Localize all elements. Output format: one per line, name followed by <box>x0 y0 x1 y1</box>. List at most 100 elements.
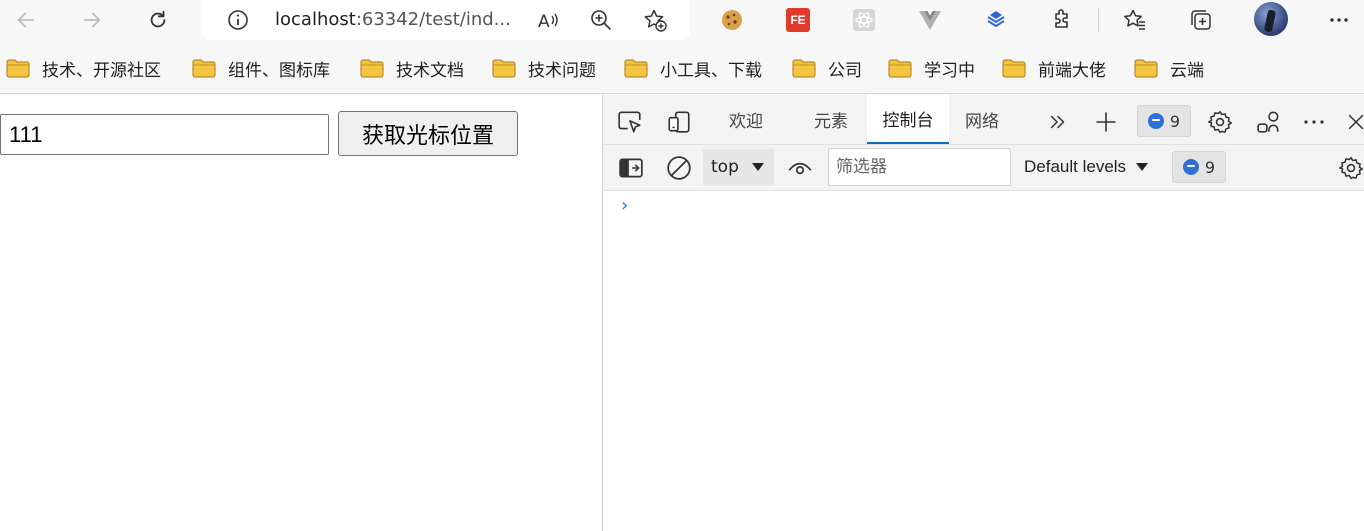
extensions-button[interactable] <box>1048 6 1076 34</box>
favorites-icon <box>1124 9 1145 30</box>
address-path: :63342/test/ind... <box>355 9 511 30</box>
toggle-sidebar-button[interactable] <box>617 154 645 182</box>
bookmark-label: 组件、图标库 <box>228 60 330 81</box>
cookie-extension-icon <box>722 10 742 30</box>
bookmark-folder[interactable]: 技术、开源社区 <box>6 56 161 81</box>
double-chevron-right-icon <box>1050 115 1065 129</box>
more-tabs-button[interactable] <box>1044 108 1072 136</box>
folder-icon <box>888 59 912 77</box>
address-host: localhost <box>275 9 356 30</box>
favorite-add-icon[interactable] <box>643 8 667 32</box>
browser-toolbar: localhost:63342/test/ind... A FE <box>0 0 1364 40</box>
bookmark-folder[interactable]: 小工具、下载 <box>624 56 762 81</box>
fe-extension-button[interactable]: FE <box>784 6 812 34</box>
refresh-button[interactable] <box>142 4 174 36</box>
address-bar[interactable]: localhost:63342/test/ind... A <box>202 0 690 40</box>
console-settings-button[interactable] <box>1337 154 1364 182</box>
tab-elements[interactable]: 元素 <box>796 95 866 144</box>
bookmark-folder[interactable]: 技术问题 <box>492 56 596 81</box>
more-button[interactable] <box>1325 6 1353 34</box>
bookmark-label: 公司 <box>828 60 862 81</box>
collections-button[interactable] <box>1187 6 1215 34</box>
device-icon <box>668 111 690 133</box>
eye-icon <box>788 162 812 175</box>
bookmark-label: 小工具、下载 <box>660 60 762 81</box>
folder-icon <box>1134 59 1158 77</box>
bookmark-folder[interactable]: 组件、图标库 <box>192 56 330 81</box>
info-icon[interactable] <box>226 8 250 32</box>
favorites-button[interactable] <box>1121 6 1149 34</box>
back-button[interactable] <box>10 4 42 36</box>
cookie-extension-button[interactable] <box>718 6 746 34</box>
caret-down-icon <box>752 163 764 171</box>
live-expression-button[interactable] <box>786 154 814 182</box>
more-icon <box>1304 120 1324 124</box>
folder-icon <box>6 59 30 77</box>
tab-welcome[interactable]: 欢迎 <box>711 95 781 144</box>
inspect-element-button[interactable] <box>616 108 644 136</box>
profile-avatar[interactable] <box>1254 2 1288 36</box>
stack-extension-button[interactable] <box>982 6 1010 34</box>
console-prompt[interactable]: › <box>621 195 628 216</box>
get-cursor-position-button[interactable]: 获取光标位置 <box>338 111 518 156</box>
refresh-icon <box>150 10 166 28</box>
console-toolbar: top Default levels 9 <box>603 145 1364 191</box>
device-emulation-button[interactable] <box>665 108 693 136</box>
devtools-tab-bar: 欢迎 元素 控制台 网络 9 <box>603 95 1364 145</box>
console-filter-input[interactable] <box>828 148 1011 186</box>
bookmark-label: 技术问题 <box>528 60 596 81</box>
issues-count: 9 <box>1169 111 1181 131</box>
clear-icon <box>667 156 691 180</box>
context-value: top <box>711 157 739 177</box>
clear-console-button[interactable] <box>665 154 693 182</box>
devtools-more-button[interactable] <box>1300 108 1328 136</box>
folder-icon <box>1002 59 1026 77</box>
bookmark-folder[interactable]: 前端大佬 <box>1002 56 1106 81</box>
inspect-icon <box>618 111 641 133</box>
bookmark-label: 技术文档 <box>396 60 464 81</box>
bookmarks-bar: 技术、开源社区 组件、图标库 技术文档 技术问题 小工具、下载 公司 学习中 前… <box>0 42 1364 94</box>
read-aloud-icon[interactable]: A <box>536 8 560 32</box>
log-levels-dropdown[interactable]: Default levels <box>1024 149 1149 185</box>
console-issues-badge[interactable]: 9 <box>1172 151 1226 183</box>
folder-icon <box>360 59 384 77</box>
folder-icon <box>492 59 516 77</box>
devtools-close-button[interactable] <box>1342 108 1364 136</box>
collections-icon <box>1191 10 1211 30</box>
back-arrow-icon <box>17 12 35 28</box>
devtools-settings-button[interactable] <box>1206 108 1234 136</box>
plus-icon <box>1096 112 1116 132</box>
sidebar-toggle-icon <box>619 158 643 178</box>
bookmark-label: 云端 <box>1170 60 1204 81</box>
add-tab-button[interactable] <box>1092 108 1120 136</box>
bookmark-folder[interactable]: 云端 <box>1134 56 1204 81</box>
bookmark-label: 学习中 <box>924 60 975 81</box>
connected-users-icon <box>1257 111 1279 133</box>
address-url[interactable]: localhost:63342/test/ind... <box>275 8 511 32</box>
console-issues-count: 9 <box>1204 157 1216 177</box>
forward-arrow-icon <box>83 12 101 28</box>
caret-down-icon <box>1136 163 1149 171</box>
react-extension-button[interactable] <box>850 6 878 34</box>
tab-console[interactable]: 控制台 <box>867 95 949 144</box>
folder-icon <box>192 59 216 77</box>
vue-extension-button[interactable] <box>916 6 944 34</box>
vue-extension-icon <box>919 11 941 30</box>
folder-icon <box>624 59 648 77</box>
issues-badge[interactable]: 9 <box>1137 105 1191 137</box>
text-input[interactable] <box>0 114 329 155</box>
forward-button[interactable] <box>76 4 108 36</box>
bookmark-folder[interactable]: 技术文档 <box>360 56 464 81</box>
message-bubble-icon <box>1147 113 1164 129</box>
zoom-icon[interactable] <box>589 8 613 32</box>
more-icon <box>1330 18 1348 22</box>
devtools-panel: 欢迎 元素 控制台 网络 9 top 筛选器 Default levels 9 … <box>603 95 1364 531</box>
folder-icon <box>792 59 816 77</box>
bookmark-folder[interactable]: 公司 <box>792 56 862 81</box>
customize-button[interactable] <box>1255 108 1283 136</box>
tab-network[interactable]: 网络 <box>949 95 1015 144</box>
stack-extension-icon <box>987 11 1005 28</box>
context-selector[interactable]: top <box>703 149 774 185</box>
log-levels-label: Default levels <box>1024 157 1127 176</box>
bookmark-folder[interactable]: 学习中 <box>888 56 975 81</box>
